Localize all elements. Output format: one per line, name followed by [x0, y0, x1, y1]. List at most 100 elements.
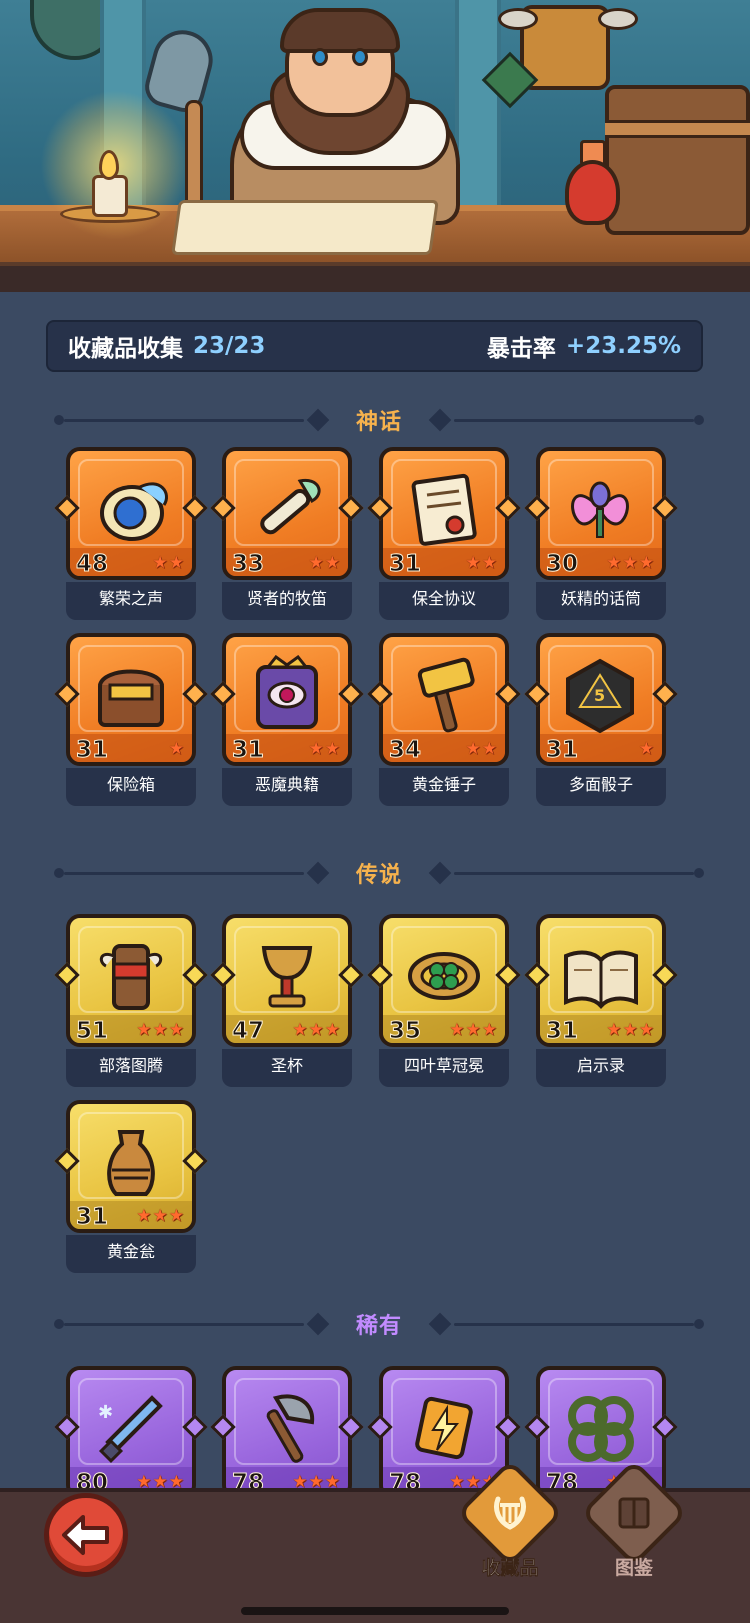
- star-icon: ★: [481, 1020, 497, 1040]
- star-icon: ★: [622, 1020, 638, 1040]
- card-stars: ★★★: [136, 1207, 184, 1225]
- shell-spirit-icon: [100, 482, 168, 541]
- card-name: 保全协议: [379, 582, 509, 620]
- card-name: 启示录: [536, 1049, 666, 1087]
- star-icon: ★: [481, 739, 497, 759]
- card-name: 妖精的话筒: [536, 582, 666, 620]
- card-frame: 30 ★ ★ ★: [536, 447, 666, 580]
- d20-dice-icon: 5: [566, 658, 634, 734]
- dwarf-eye: [352, 48, 368, 66]
- collectible-card[interactable]: 47 ★ ★ ★ 圣杯: [210, 914, 364, 1087]
- collection-count: 23/23: [193, 333, 266, 359]
- collectible-card[interactable]: 31 ★ ★ 恶魔典籍: [210, 633, 364, 806]
- card-name: 恶魔典籍: [222, 768, 352, 806]
- collectible-card[interactable]: 51 ★ ★ ★ 部落图腾: [54, 914, 208, 1087]
- star-icon: ★: [168, 553, 184, 573]
- card-stars: ★: [639, 740, 654, 758]
- card-frame: 31 ★: [66, 633, 196, 766]
- demon-book-icon: [256, 655, 318, 729]
- dwarf-hair: [280, 8, 400, 53]
- tab-collectibles[interactable]: 收藏品: [456, 1459, 564, 1585]
- card-frame: 33 ★ ★: [222, 447, 352, 580]
- section-header-rare: 稀有: [54, 1309, 705, 1339]
- star-icon: ★: [449, 1020, 465, 1040]
- star-icon: ★: [168, 739, 184, 759]
- svg-text:✱: ✱: [98, 1402, 113, 1423]
- card-name: 贤者的牧笛: [222, 582, 352, 620]
- star-icon: ★: [324, 1020, 340, 1040]
- collectible-card[interactable]: 5 31 ★ 多面骰子: [524, 633, 678, 806]
- tab-codex-label: 图鉴: [614, 1557, 653, 1579]
- card-frame: 48 ★ ★: [66, 447, 196, 580]
- horn-decoration: [598, 8, 638, 30]
- candle-icon: [92, 175, 128, 217]
- collectible-card[interactable]: 48 ★ ★ 繁荣之声: [54, 447, 208, 620]
- star-icon: ★: [168, 1206, 184, 1226]
- collectible-card[interactable]: 30 ★ ★ ★ 妖精的话筒: [524, 447, 678, 620]
- collectible-card[interactable]: 34 ★ ★ 黄金锤子: [367, 633, 521, 806]
- butterfly-microphone-icon: [571, 481, 629, 538]
- collectible-card[interactable]: 31 ★ 保险箱: [54, 633, 208, 806]
- card-stars: ★ ★: [309, 740, 341, 758]
- card-stars: ★ ★: [309, 554, 341, 572]
- chest-band: [605, 120, 750, 138]
- dwarf-eye: [312, 48, 328, 66]
- open-book-icon: [564, 950, 638, 1010]
- collection-progress-bar: 收藏品收集 23/23 暴击率 +23.25%: [46, 320, 703, 372]
- card-stars: ★★★: [606, 1021, 654, 1039]
- chest-decoration: [605, 85, 750, 235]
- card-frame: ✱ 80 ★ ★ ★: [66, 1366, 196, 1499]
- star-icon: ★: [324, 739, 340, 759]
- chalice-icon: [261, 946, 313, 1008]
- card-name: 多面骰子: [536, 768, 666, 806]
- star-icon: ★: [152, 1020, 168, 1040]
- card-frame: 78★★★: [222, 1366, 352, 1499]
- card-level: 47: [231, 1018, 265, 1044]
- star-icon: ★: [152, 553, 168, 573]
- golden-urn-icon: [107, 1130, 155, 1196]
- crit-rate-label: 暴击率: [486, 336, 556, 362]
- star-icon: ★: [168, 1020, 184, 1040]
- book-icon: [618, 1497, 650, 1529]
- card-level: 30: [545, 551, 579, 577]
- card-stars: ★: [169, 740, 184, 758]
- home-indicator[interactable]: [241, 1607, 509, 1615]
- card-stars: ★ ★: [153, 554, 185, 572]
- axe-icon: [266, 1394, 315, 1463]
- back-arrow-icon: [62, 1515, 109, 1555]
- card-frame: 5 31 ★: [536, 633, 666, 766]
- card-level: 34: [388, 737, 422, 763]
- card-frame: 47 ★ ★ ★: [222, 914, 352, 1047]
- collectible-card[interactable]: 31 ★ ★ ★ 黄金瓮: [54, 1100, 208, 1273]
- star-icon: ★: [308, 553, 324, 573]
- collectible-card[interactable]: 35 ★ ★ ★ 四叶草冠冕: [367, 914, 521, 1087]
- card-stars: ★ ★: [466, 740, 498, 758]
- card-name: 繁荣之声: [66, 582, 196, 620]
- potion-icon: [565, 160, 620, 225]
- shovel-icon: [140, 23, 220, 117]
- star-icon: ★: [622, 553, 638, 573]
- card-level: 35: [388, 1018, 422, 1044]
- collectible-card[interactable]: 33 ★ ★ 贤者的牧笛: [210, 447, 364, 620]
- card-stars: ★★★: [136, 1021, 184, 1039]
- tribal-totem-icon: [99, 944, 163, 1010]
- card-stars: ★★★: [449, 1021, 497, 1039]
- star-icon: ★: [308, 739, 324, 759]
- card-name: 保险箱: [66, 768, 196, 806]
- star-icon: ★: [465, 553, 481, 573]
- section-title-mythic: 神话: [356, 410, 403, 435]
- card-name: 部落图腾: [66, 1049, 196, 1087]
- treasure-map-icon: [171, 200, 439, 255]
- star-icon: ★: [481, 553, 497, 573]
- tab-codex[interactable]: 图鉴: [580, 1459, 688, 1585]
- card-level: 51: [75, 1018, 109, 1044]
- star-icon: ★: [606, 553, 622, 573]
- card-frame: 31 ★ ★ ★: [536, 914, 666, 1047]
- star-icon: ★: [324, 553, 340, 573]
- card-stars: ★★★: [292, 1021, 340, 1039]
- star-icon: ★: [136, 1206, 152, 1226]
- star-icon: ★: [136, 1020, 152, 1040]
- back-button[interactable]: [44, 1493, 128, 1577]
- collectible-card[interactable]: 31 ★ ★ 保全协议: [367, 447, 521, 620]
- collectible-card[interactable]: 31 ★ ★ ★ 启示录: [524, 914, 678, 1087]
